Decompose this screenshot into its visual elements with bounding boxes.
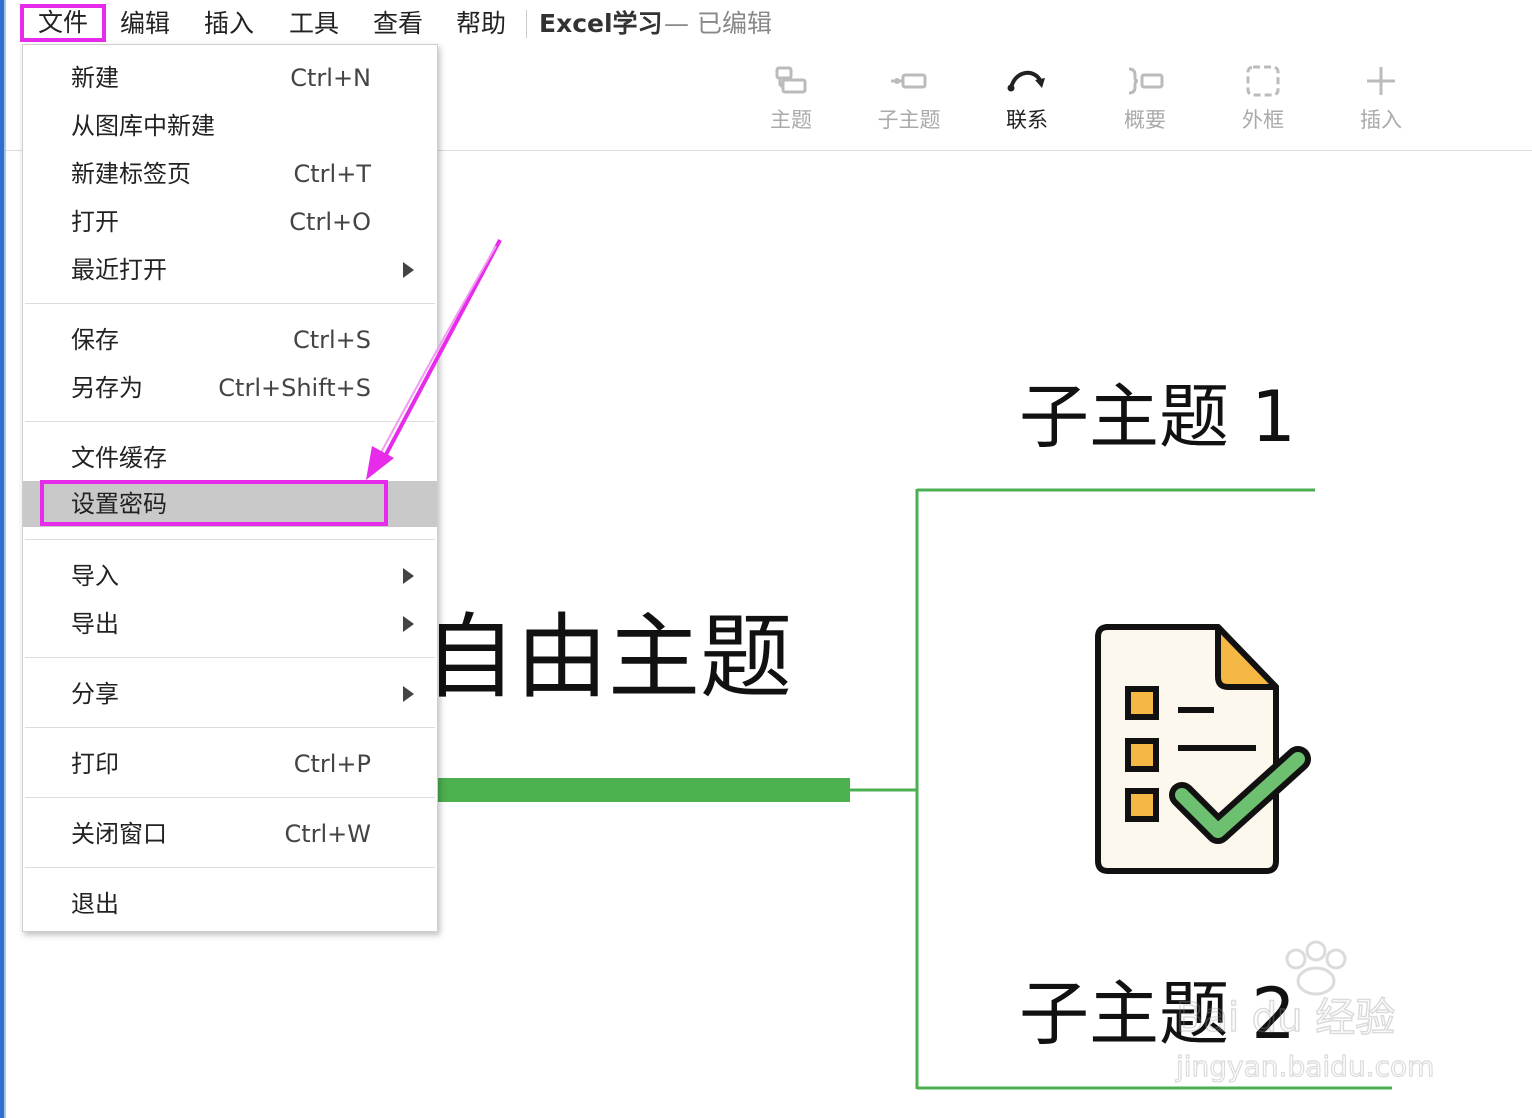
menu-item-label: 导出 [71, 610, 119, 638]
topic-icon [775, 66, 807, 94]
menu-item-shortcut: Ctrl+S [292, 326, 371, 354]
checklist-document-icon [1095, 624, 1311, 874]
menu-item-export[interactable]: 导出 [23, 601, 437, 647]
summary-icon [1128, 67, 1164, 95]
menu-separator [25, 303, 435, 304]
menu-item-new[interactable]: 新建 Ctrl+N [23, 55, 437, 101]
menu-item-label: 从图库中新建 [71, 112, 215, 140]
document-title: Excel学习 [539, 9, 663, 38]
submenu-arrow-icon [403, 568, 414, 584]
toolbar-insert-button[interactable]: 插入 [1336, 64, 1426, 134]
toolbar-relationship-label: 联系 [1006, 108, 1048, 132]
menu-item-shortcut: Ctrl+W [284, 820, 371, 848]
menu-item-recent[interactable]: 最近打开 [23, 247, 437, 293]
toolbar-subtopic-button[interactable]: 子主题 [864, 64, 954, 134]
menu-item-new-tab[interactable]: 新建标签页 Ctrl+T [23, 151, 437, 197]
menu-item-shortcut: Ctrl+Shift+S [218, 374, 371, 402]
menu-item-label: 关闭窗口 [71, 820, 167, 848]
toolbar-boundary-button[interactable]: 外框 [1218, 64, 1308, 134]
menu-insert[interactable]: 插入 [204, 6, 254, 42]
menu-item-label: 分享 [71, 680, 119, 708]
menu-item-shortcut: Ctrl+O [289, 208, 371, 236]
menu-view[interactable]: 查看 [373, 6, 423, 42]
menu-item-quit[interactable]: 退出 [23, 881, 437, 927]
toolbar-summary-button[interactable]: 概要 [1100, 64, 1190, 134]
menu-file[interactable]: 文件 [20, 4, 106, 42]
submenu-arrow-icon [403, 616, 414, 632]
menu-separator [25, 797, 435, 798]
menu-item-label: 文件缓存 [71, 444, 167, 472]
relationship-icon [1007, 71, 1045, 92]
toolbar-subtopic-label: 子主题 [877, 108, 941, 132]
menu-item-shortcut: Ctrl+N [290, 64, 371, 92]
baidu-watermark: Bai du 经验 jingyan.baidu.com [1174, 940, 1435, 1084]
subtopic-1[interactable]: 子主题 1 [1019, 376, 1296, 458]
menu-item-label: 另存为 [71, 374, 143, 402]
document-status: — 已编辑 [664, 9, 772, 38]
menu-separator [25, 539, 435, 540]
plus-icon [1367, 67, 1395, 95]
submenu-arrow-icon [403, 686, 414, 702]
toolbar-relationship-button[interactable]: 联系 [982, 64, 1072, 134]
watermark-brand: Bai du 经验 [1176, 995, 1395, 1041]
submenu-arrow-icon [403, 262, 414, 278]
central-topic[interactable]: 自由主题 [424, 604, 792, 711]
menu-item-label: 新建 [71, 64, 119, 92]
menu-tools[interactable]: 工具 [289, 6, 339, 42]
menu-help[interactable]: 帮助 [456, 6, 506, 42]
menu-item-share[interactable]: 分享 [23, 671, 437, 717]
watermark-url: jingyan.baidu.com [1175, 1050, 1434, 1083]
menubar: 文件 编辑 插入 工具 查看 帮助 Excel学习 — 已编辑 [6, 0, 1532, 50]
annotation-highlight-box [40, 480, 388, 526]
menu-separator [25, 727, 435, 728]
menu-separator [25, 657, 435, 658]
menu-edit[interactable]: 编辑 [120, 6, 170, 42]
central-topic-underline [424, 778, 850, 802]
toolbar-insert-label: 插入 [1360, 108, 1402, 132]
title-separator [526, 10, 527, 38]
toolbar-boundary-label: 外框 [1242, 108, 1284, 132]
menu-item-label: 打开 [71, 208, 119, 236]
menu-item-file-cache[interactable]: 文件缓存 [23, 435, 437, 481]
menu-item-open[interactable]: 打开 Ctrl+O [23, 199, 437, 245]
toolbar-summary-label: 概要 [1124, 108, 1166, 132]
menu-item-shortcut: Ctrl+P [293, 750, 371, 778]
menu-item-import[interactable]: 导入 [23, 553, 437, 599]
menu-separator [25, 867, 435, 868]
menu-item-label: 导入 [71, 562, 119, 590]
menu-item-new-from-gallery[interactable]: 从图库中新建 [23, 103, 437, 149]
menu-item-label: 新建标签页 [71, 160, 191, 188]
menu-item-save[interactable]: 保存 Ctrl+S [23, 317, 437, 363]
menu-separator [25, 421, 435, 422]
menu-item-close-window[interactable]: 关闭窗口 Ctrl+W [23, 811, 437, 857]
menu-item-print[interactable]: 打印 Ctrl+P [23, 741, 437, 787]
menu-item-label: 保存 [71, 326, 119, 354]
menu-item-label: 退出 [71, 890, 119, 918]
menu-item-shortcut: Ctrl+T [293, 160, 371, 188]
menu-item-save-as[interactable]: 另存为 Ctrl+Shift+S [23, 365, 437, 411]
menu-item-label: 打印 [71, 750, 119, 778]
subtopic-icon [891, 73, 927, 89]
toolbar-topic-button[interactable]: 主题 [746, 64, 836, 134]
toolbar-topic-label: 主题 [770, 108, 812, 132]
boundary-icon [1246, 65, 1280, 97]
menu-item-label: 最近打开 [71, 256, 167, 284]
